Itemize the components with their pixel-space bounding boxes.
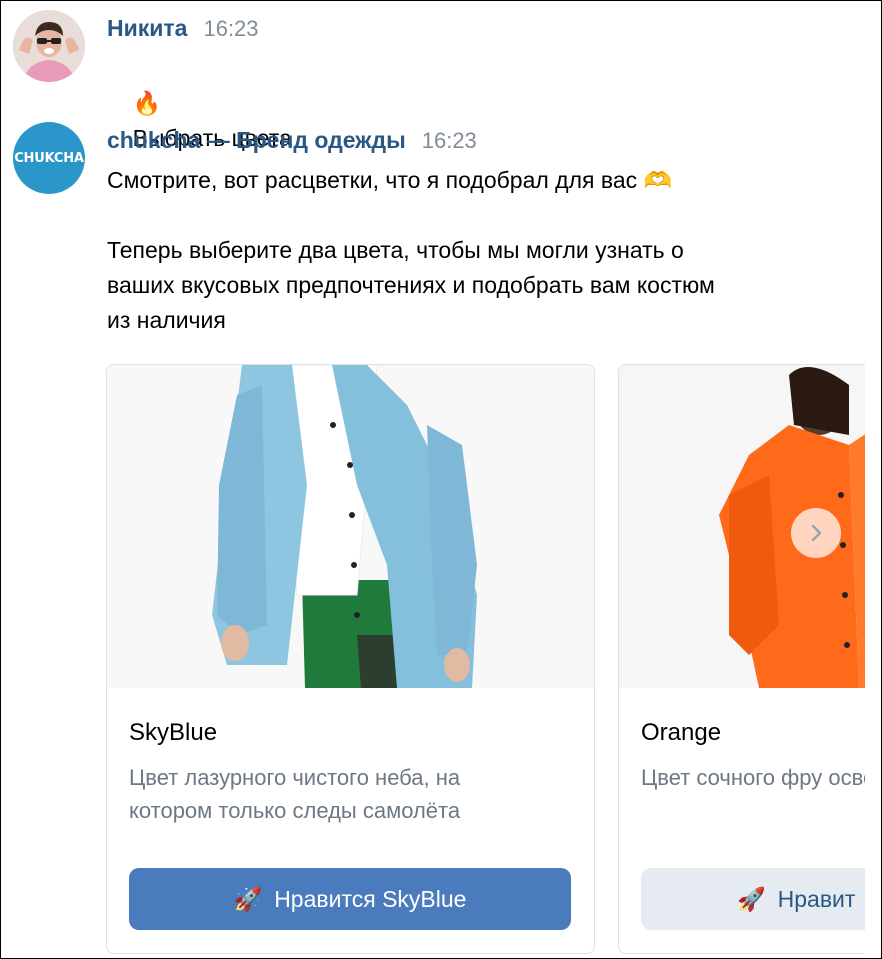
like-orange-button[interactable]: 🚀 Нравит: [641, 868, 881, 930]
product-image[interactable]: [107, 365, 594, 688]
carousel-card-orange[interactable]: Orange Цвет сочного фру освежающего в зн…: [618, 364, 881, 954]
user-avatar[interactable]: [13, 10, 85, 82]
card-description: Цвет сочного фру освежающего в зн: [641, 765, 881, 790]
message-time: 16:23: [421, 128, 477, 153]
message-time: 16:23: [203, 16, 259, 41]
carousel-clip: [865, 364, 881, 958]
carousel-next-button[interactable]: [791, 508, 841, 558]
card-description: Цвет лазурного чистого неба, на котором …: [129, 765, 461, 823]
author-name[interactable]: chukcha — Бренд одежды: [107, 127, 406, 154]
brand-logo: CHUKCHA: [14, 150, 84, 166]
message-header: chukcha — Бренд одежды 16:23: [107, 127, 477, 154]
card-title: Orange: [641, 719, 722, 746]
message-body: Смотрите, вот расцветки, что я подобрал …: [107, 167, 715, 333]
carousel-card-skyblue[interactable]: SkyBlue Цвет лазурного чистого неба, на …: [106, 364, 595, 954]
like-skyblue-button[interactable]: 🚀 Нравится SkyBlue: [129, 868, 571, 930]
card-title: SkyBlue: [129, 719, 218, 746]
rocket-icon: 🚀: [233, 885, 263, 912]
chevron-right-icon: [811, 524, 822, 542]
button-label: Нравится SkyBlue: [274, 885, 467, 912]
button-label: Нравит: [777, 885, 856, 912]
rocket-icon: 🚀: [737, 885, 766, 912]
product-image[interactable]: [619, 365, 881, 688]
message-header: Никита 16:23: [107, 15, 259, 42]
author-name[interactable]: Никита: [107, 15, 187, 42]
brand-avatar[interactable]: CHUKCHA: [13, 122, 85, 194]
chat-window: Никита 16:23 🔥 Выбрать цвета CHUKCHA chu…: [0, 0, 882, 959]
fire-icon: 🔥: [132, 90, 162, 116]
